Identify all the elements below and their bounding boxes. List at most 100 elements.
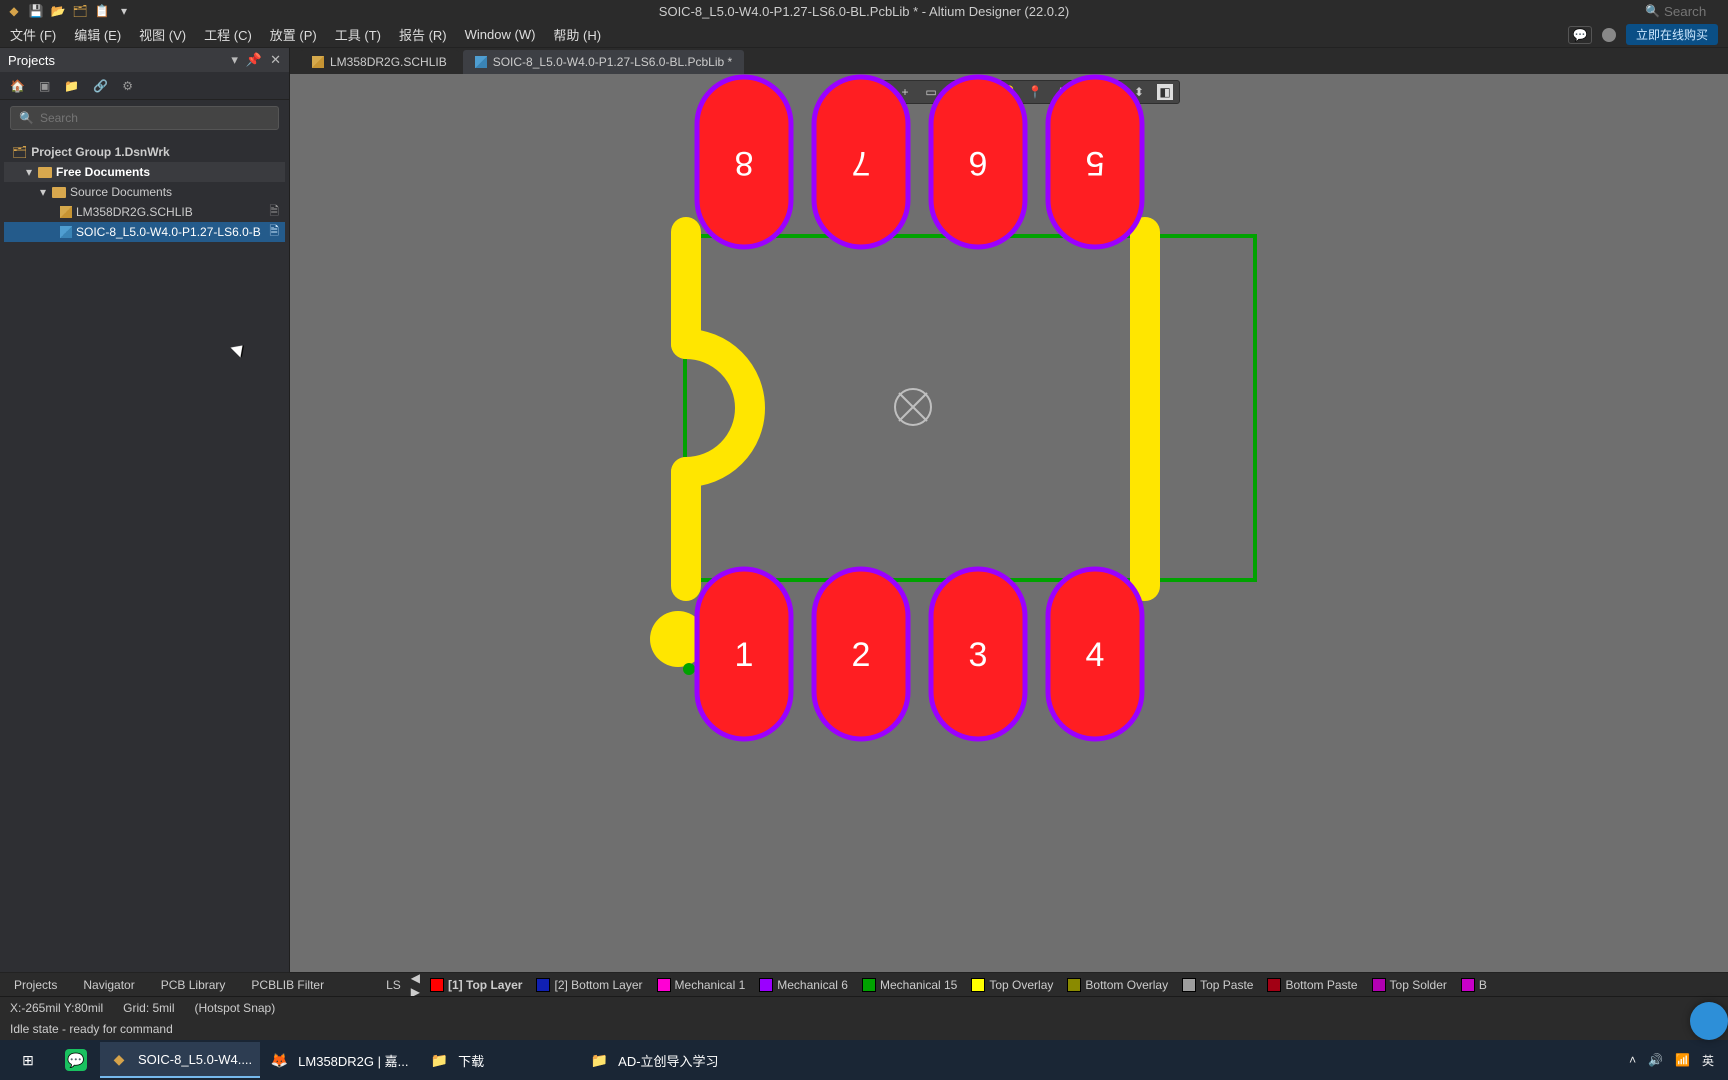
projects-panel-toolbar: 🏠 ▣ 📁 🔗 ⚙ bbox=[0, 72, 289, 100]
assistant-bubble[interactable] bbox=[1690, 1002, 1728, 1040]
expander-icon[interactable]: ▾ bbox=[38, 185, 48, 199]
taskbar-item[interactable]: 📁AD-立创导入学习 bbox=[580, 1042, 740, 1078]
tab-schlib[interactable]: LM358DR2G.SCHLIB bbox=[300, 50, 459, 74]
tree-root-label: Project Group 1.DsnWrk bbox=[31, 145, 169, 159]
global-search[interactable]: 🔍 bbox=[1645, 4, 1724, 19]
layer-tab[interactable]: Mechanical 1 bbox=[657, 978, 746, 992]
layer-color-swatch bbox=[1182, 978, 1196, 992]
notification-button[interactable]: 💬 bbox=[1568, 26, 1592, 44]
expander-icon[interactable]: ▾ bbox=[24, 165, 34, 179]
tray-volume-icon[interactable]: 🔊 bbox=[1648, 1053, 1663, 1067]
panel-dropdown-icon[interactable]: ▾ bbox=[231, 52, 238, 68]
tray-up-icon[interactable]: ˄ bbox=[1629, 1053, 1636, 1067]
tray-language[interactable]: 英 bbox=[1702, 1052, 1714, 1069]
menu-file[interactable]: 文件 (F) bbox=[10, 25, 56, 44]
buy-online-button[interactable]: 立即在线购买 bbox=[1626, 24, 1718, 45]
panel-pin-icon[interactable]: 📌 bbox=[246, 52, 262, 68]
layer-tab[interactable]: Top Paste bbox=[1182, 978, 1253, 992]
toolbar-link-icon[interactable]: 🔗 bbox=[93, 79, 108, 93]
add-doc-icon[interactable]: 🗂 bbox=[72, 3, 88, 19]
tab-pcblib[interactable]: SOIC-8_L5.0-W4.0-P1.27-LS6.0-BL.PcbLib * bbox=[463, 50, 744, 74]
logo-icon: ◆ bbox=[6, 3, 22, 19]
taskbar-item-label: LM358DR2G | 嘉... bbox=[298, 1051, 408, 1070]
layer-tab[interactable]: Mechanical 15 bbox=[862, 978, 957, 992]
toolbar-gear-icon[interactable]: ⚙ bbox=[122, 79, 133, 93]
tree-doc-schlib-label: LM358DR2G.SCHLIB bbox=[76, 205, 193, 219]
menu-window[interactable]: Window (W) bbox=[465, 27, 536, 42]
bottom-tab-navigator[interactable]: Navigator bbox=[75, 976, 142, 994]
layer-label: B bbox=[1479, 978, 1487, 992]
layer-label: Top Overlay bbox=[989, 978, 1053, 992]
chevron-down-icon[interactable]: ▾ bbox=[116, 3, 132, 19]
menu-help[interactable]: 帮助 (H) bbox=[553, 25, 601, 44]
layer-tab[interactable]: Bottom Overlay bbox=[1067, 978, 1168, 992]
toolbar-box-icon[interactable]: ▣ bbox=[39, 79, 50, 93]
status-bar-text: Idle state - ready for command bbox=[0, 1018, 1728, 1040]
copy-icon[interactable]: 📋 bbox=[94, 3, 110, 19]
layer-tab[interactable]: B bbox=[1461, 978, 1487, 992]
layer-tab[interactable]: Mechanical 6 bbox=[759, 978, 848, 992]
bottom-tab-pcb-library[interactable]: PCB Library bbox=[153, 976, 234, 994]
footprint-drawing: 8 7 6 5 1 2 3 4 bbox=[290, 74, 1728, 804]
tree-root[interactable]: 🗂 Project Group 1.DsnWrk bbox=[4, 142, 285, 162]
taskbar-item[interactable]: 🦊 LM358DR2G | 嘉... bbox=[260, 1042, 420, 1078]
projects-tree: 🗂 Project Group 1.DsnWrk ▾ Free Document… bbox=[0, 136, 289, 248]
layer-set-current[interactable]: LS bbox=[382, 978, 401, 992]
tree-doc-pcblib-label: SOIC-8_L5.0-W4.0-P1.27-LS6.0-B bbox=[76, 225, 261, 239]
svg-text:4: 4 bbox=[1086, 636, 1105, 674]
status-snap: (Hotspot Snap) bbox=[195, 1001, 276, 1015]
taskbar-item-icon: 🦊 bbox=[268, 1049, 290, 1071]
menu-edit[interactable]: 编辑 (E) bbox=[74, 25, 121, 44]
global-search-input[interactable] bbox=[1664, 4, 1724, 19]
pcb-doc-icon bbox=[60, 226, 72, 238]
menu-tools[interactable]: 工具 (T) bbox=[335, 25, 381, 44]
layer-tab[interactable]: [1] Top Layer bbox=[430, 978, 522, 992]
window-title: SOIC-8_L5.0-W4.0-P1.27-LS6.0-BL.PcbLib *… bbox=[659, 4, 1069, 19]
layer-label: Bottom Overlay bbox=[1085, 978, 1168, 992]
menu-place[interactable]: 放置 (P) bbox=[270, 25, 317, 44]
pcb-canvas[interactable]: ▼ ↩ + ▭ ≡ 🏷 💡 📍 A ╱ ⊠ ⬍ ◧ bbox=[290, 74, 1728, 972]
layer-tab[interactable]: Bottom Paste bbox=[1267, 978, 1357, 992]
layer-prev-button[interactable]: ◀ bbox=[411, 971, 420, 985]
svg-text:5: 5 bbox=[1086, 144, 1105, 182]
projects-search-box[interactable]: 🔍 bbox=[10, 106, 279, 130]
svg-text:7: 7 bbox=[852, 144, 871, 182]
save-icon[interactable]: 💾 bbox=[28, 3, 44, 19]
layer-color-swatch bbox=[1461, 978, 1475, 992]
taskbar-item[interactable]: ◆SOIC-8_L5.0-W4.... bbox=[100, 1042, 260, 1078]
taskbar-item[interactable]: ⊞ bbox=[4, 1042, 52, 1078]
tree-doc-pcblib[interactable]: SOIC-8_L5.0-W4.0-P1.27-LS6.0-B 🗎 bbox=[4, 222, 285, 242]
layer-tab[interactable]: Top Solder bbox=[1372, 978, 1447, 992]
menu-report[interactable]: 报告 (R) bbox=[399, 25, 447, 44]
tree-free-documents[interactable]: ▾ Free Documents bbox=[4, 162, 285, 182]
tree-doc-schlib[interactable]: LM358DR2G.SCHLIB 🗎 bbox=[4, 202, 285, 222]
taskbar-item[interactable]: 💬 bbox=[52, 1042, 100, 1078]
tray-wifi-icon[interactable]: 📶 bbox=[1675, 1053, 1690, 1067]
bottom-tab-pcblib-filter[interactable]: PCBLIB Filter bbox=[243, 976, 332, 994]
taskbar-item[interactable]: 📁下载 bbox=[420, 1042, 580, 1078]
svg-text:1: 1 bbox=[735, 636, 754, 674]
tree-source-documents[interactable]: ▾ Source Documents bbox=[4, 182, 285, 202]
status-bar: X:-265mil Y:80mil Grid: 5mil (Hotspot Sn… bbox=[0, 996, 1728, 1018]
svg-text:6: 6 bbox=[969, 144, 988, 182]
layer-label: Mechanical 6 bbox=[777, 978, 848, 992]
taskbar-item-icon: 💬 bbox=[65, 1049, 87, 1071]
toolbar-folder-icon[interactable]: 📁 bbox=[64, 79, 79, 93]
toolbar-home-icon[interactable]: 🏠 bbox=[10, 79, 25, 93]
doc-status-icon: 🗎 bbox=[269, 222, 285, 243]
folder-icon bbox=[38, 167, 52, 178]
menu-project[interactable]: 工程 (C) bbox=[204, 25, 252, 44]
menu-view[interactable]: 视图 (V) bbox=[139, 25, 186, 44]
layer-tab[interactable]: Top Overlay bbox=[971, 978, 1053, 992]
layer-tab[interactable]: [2] Bottom Layer bbox=[536, 978, 642, 992]
projects-panel: Projects ▾ 📌 ✕ 🏠 ▣ 📁 🔗 ⚙ 🔍 bbox=[0, 48, 290, 972]
panel-close-icon[interactable]: ✕ bbox=[270, 52, 281, 68]
bottom-tab-projects[interactable]: Projects bbox=[6, 976, 65, 994]
status-message: Idle state - ready for command bbox=[10, 1022, 173, 1036]
projects-search-input[interactable] bbox=[40, 111, 270, 125]
layer-label: Top Solder bbox=[1390, 978, 1447, 992]
layer-color-swatch bbox=[430, 978, 444, 992]
layer-color-swatch bbox=[536, 978, 550, 992]
status-dot[interactable] bbox=[1602, 28, 1616, 42]
open-icon[interactable]: 📂 bbox=[50, 3, 66, 19]
